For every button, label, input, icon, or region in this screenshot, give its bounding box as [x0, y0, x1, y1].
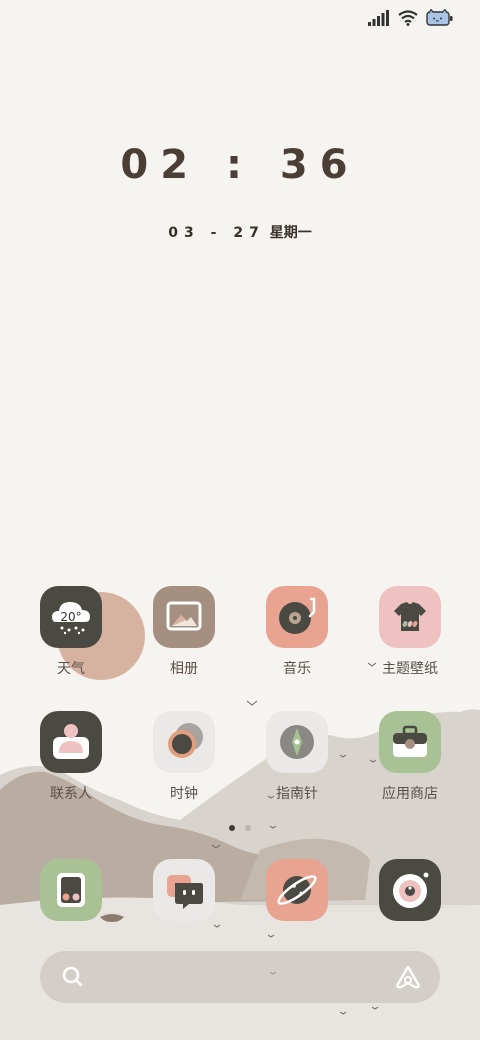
page-dot-active[interactable] [229, 825, 235, 831]
app-label: 联系人 [50, 786, 92, 802]
app-store-bag-icon [379, 711, 441, 773]
contacts-person-icon [40, 711, 102, 773]
app-contacts[interactable]: 联系人 [23, 711, 119, 803]
home-screen: 02 : 36 03 - 27 星期一 20° 天气 相册 音乐 主题壁纸 联系… [0, 0, 480, 1040]
app-label: 时钟 [170, 786, 198, 802]
weekday-value: 星期一 [269, 225, 312, 241]
camera-lens-icon [379, 859, 441, 921]
app-compass[interactable]: 指南针 [249, 711, 345, 803]
weather-cloud-icon: 20° [40, 586, 102, 648]
date-value: 03 - 27 [168, 225, 265, 241]
weather-temperature: 20° [60, 610, 82, 624]
wifi-icon [398, 10, 418, 30]
app-label: 天气 [57, 661, 85, 677]
battery-cat-icon [426, 8, 454, 31]
browser-planet-icon [266, 859, 328, 921]
search-icon[interactable] [60, 964, 86, 994]
app-music[interactable]: 音乐 [249, 586, 345, 678]
app-weather[interactable]: 20° 天气 [23, 586, 119, 678]
assistant-icon[interactable] [394, 963, 422, 995]
app-label: 应用商店 [382, 786, 438, 802]
page-dot[interactable] [245, 825, 251, 831]
compass-needle-icon [266, 711, 328, 773]
app-label: 指南针 [276, 786, 318, 802]
app-clock[interactable]: 时钟 [136, 711, 232, 803]
time-display: 02 : 36 [120, 142, 360, 188]
theme-shirt-icon [379, 586, 441, 648]
clock-circles-icon [153, 711, 215, 773]
dock-browser[interactable] [249, 859, 345, 921]
dock-phone[interactable] [23, 859, 119, 921]
phone-dual-icon [40, 859, 102, 921]
app-label: 相册 [170, 661, 198, 677]
music-record-icon [266, 586, 328, 648]
app-store[interactable]: 应用商店 [362, 711, 458, 803]
dock-messages[interactable] [136, 859, 232, 921]
dock-camera[interactable] [362, 859, 458, 921]
status-bar [368, 8, 454, 32]
page-indicator[interactable] [0, 825, 480, 831]
app-gallery[interactable]: 相册 [136, 586, 232, 678]
gallery-picture-icon [153, 586, 215, 648]
app-label: 音乐 [283, 661, 311, 677]
messages-bubble-icon [153, 859, 215, 921]
date-display: 03 - 27 星期一 [0, 222, 480, 242]
signal-bars-icon [368, 10, 390, 30]
search-bar[interactable] [40, 951, 440, 1003]
app-themes[interactable]: 主题壁纸 [362, 586, 458, 678]
app-label: 主题壁纸 [382, 661, 438, 677]
